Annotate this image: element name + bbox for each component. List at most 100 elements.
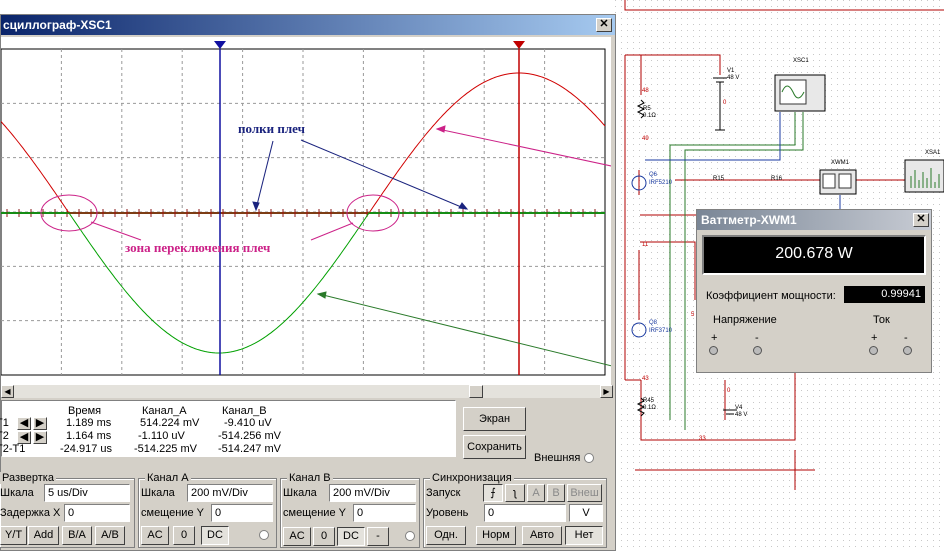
readout-row-t1-b: -9.410 uV xyxy=(224,417,272,429)
voltage-plus-label: + xyxy=(711,332,718,344)
wattmeter-display: 200.678 W xyxy=(702,235,926,275)
channel-a-title: Канал А xyxy=(145,472,191,484)
voltage-label: Напряжение xyxy=(713,314,777,326)
trigger-single-button[interactable]: Одн. xyxy=(426,526,466,545)
trigger-source-b-button[interactable]: B xyxy=(547,484,565,502)
node-0-bottom: 0 xyxy=(727,388,731,394)
scroll-left-button[interactable]: ◀ xyxy=(1,385,14,398)
q8-label: Q8 xyxy=(649,320,658,326)
trigger-edge-label: Запуск xyxy=(426,487,461,499)
channel-b-terminal[interactable] xyxy=(405,531,415,541)
external-trigger-terminal[interactable] xyxy=(584,453,594,463)
wattmeter-reading: 200.678 W xyxy=(775,245,853,262)
wattmeter-titlebar[interactable]: Ваттметр-XWM1 xyxy=(697,210,931,230)
node-0-top: 0 xyxy=(723,100,727,106)
channel-a-ac-button[interactable]: AC xyxy=(141,526,169,545)
xsc1-label: XSC1 xyxy=(793,58,809,64)
trigger-title: Синхронизация xyxy=(430,472,514,484)
node-33: 33 xyxy=(699,436,706,442)
r45-value: 0.1Ω xyxy=(643,405,656,411)
oscilloscope-title: сциллограф-XSC1 xyxy=(3,18,112,32)
channel-a-zero-button[interactable]: 0 xyxy=(173,526,195,545)
readout-row-t2-a: -1.110 uV xyxy=(138,430,185,442)
node-11: 11 xyxy=(642,242,649,248)
timebase-xpos-field[interactable]: 0 xyxy=(64,504,130,522)
readout-row-t1-time: 1.189 ms xyxy=(66,417,112,429)
readout-row-t1-label: T1 xyxy=(0,417,9,429)
current-label: Ток xyxy=(873,314,890,326)
voltage-minus-terminal[interactable] xyxy=(753,346,762,355)
node-43: 43 xyxy=(642,376,649,382)
r5-value: 0.1Ω xyxy=(643,113,656,119)
mode-ba-button[interactable]: B/A xyxy=(62,526,92,545)
mode-add-button[interactable]: Add xyxy=(28,526,59,545)
channel-a-ypos-field[interactable]: 0 xyxy=(211,504,273,522)
scope-scrollbar[interactable]: ◀ ▶ xyxy=(1,385,613,398)
wattmeter-close-button[interactable]: ✕ xyxy=(913,213,929,227)
screen-button[interactable]: Экран xyxy=(463,407,526,431)
trigger-level-unit[interactable]: V xyxy=(569,504,603,522)
t2-right-arrow[interactable]: ▶ xyxy=(33,431,47,444)
scroll-thumb[interactable] xyxy=(469,385,483,398)
channel-a-dc-button[interactable]: DC xyxy=(201,526,229,545)
t1-left-arrow[interactable]: ◀ xyxy=(17,417,31,430)
trigger-level-field[interactable]: 0 xyxy=(484,504,566,522)
channel-a-scale-field[interactable]: 200 mV/Div xyxy=(187,484,273,502)
q8-part: IRF3710 xyxy=(649,328,673,334)
channel-b-minus-button[interactable]: - xyxy=(367,527,389,546)
channel-b-ypos-field[interactable]: 0 xyxy=(353,504,416,522)
mode-yt-button[interactable]: Y/T xyxy=(0,526,27,545)
scope-screen xyxy=(1,41,611,376)
channel-b-dc-button[interactable]: DC xyxy=(337,527,365,546)
power-factor-label: Коэффициент мощности: xyxy=(706,290,836,302)
falling-edge-button[interactable]: ʅ xyxy=(505,484,525,502)
trigger-source-a-button[interactable]: A xyxy=(527,484,545,502)
readout-row-diff-label: T2-T1 xyxy=(0,443,26,455)
xsa1-label: XSA1 xyxy=(925,150,941,156)
oscilloscope-titlebar[interactable]: сциллограф-XSC1 xyxy=(1,15,615,35)
channel-b-ac-button[interactable]: AC xyxy=(283,527,311,546)
v4-value: 48 V xyxy=(735,412,748,418)
trigger-normal-button[interactable]: Норм xyxy=(476,526,516,545)
wattmeter-window: Ваттметр-XWM1 ✕ 200.678 W Коэффициент мо… xyxy=(696,209,932,373)
mode-ab-button[interactable]: A/B xyxy=(95,526,125,545)
current-minus-terminal[interactable] xyxy=(903,346,912,355)
readout-row-t2-time: 1.164 ms xyxy=(66,430,112,442)
v1-label: V1 xyxy=(727,68,735,74)
trigger-none-button[interactable]: Нет xyxy=(565,526,603,545)
t1-right-arrow[interactable]: ▶ xyxy=(33,417,47,430)
oscilloscope-close-button[interactable]: ✕ xyxy=(596,18,612,32)
power-factor-value: 0.99941 xyxy=(844,286,925,303)
channel-b-zero-button[interactable]: 0 xyxy=(313,527,335,546)
node-5: 5 xyxy=(691,312,695,318)
wattmeter-title: Ваттметр-XWM1 xyxy=(701,213,797,227)
readout-header-b: Канал_B xyxy=(222,405,267,417)
r15-label: R15 xyxy=(713,176,725,182)
scope-display: полки плеч зона переключения плеч xyxy=(1,37,611,386)
q6-label: Q6 xyxy=(649,172,658,178)
annotation-arms-shelves: полки плеч xyxy=(238,121,305,136)
readout-header-a: Канал_A xyxy=(142,405,187,417)
v4-label: V4 xyxy=(735,405,743,411)
current-plus-terminal[interactable] xyxy=(869,346,878,355)
cursor-t2-handle[interactable] xyxy=(513,41,525,49)
channel-a-terminal[interactable] xyxy=(259,530,269,540)
r16-label: R16 xyxy=(771,176,783,182)
voltage-plus-terminal[interactable] xyxy=(709,346,718,355)
save-button[interactable]: Сохранить xyxy=(463,435,526,459)
trigger-source-ext-button[interactable]: Внеш xyxy=(567,484,602,502)
channel-b-ypos-label: смещение Y xyxy=(283,507,346,519)
rising-edge-button[interactable]: ⨍ xyxy=(483,484,503,502)
channel-b-scale-field[interactable]: 200 mV/Div xyxy=(329,484,416,502)
node-49: 49 xyxy=(642,136,649,142)
trigger-auto-button[interactable]: Авто xyxy=(522,526,562,545)
r45-label: R45 xyxy=(643,398,655,404)
readout-row-diff-time: -24.917 us xyxy=(60,443,112,455)
q6-part: IRF5210 xyxy=(649,180,673,186)
channel-b-scale-label: Шкала xyxy=(283,487,317,499)
cursor-t1-handle[interactable] xyxy=(214,41,226,49)
timebase-scale-field[interactable]: 5 us/Div xyxy=(44,484,130,502)
scroll-right-button[interactable]: ▶ xyxy=(600,385,613,398)
timebase-scale-label: Шкала xyxy=(0,487,34,499)
channel-b-group: Канал В Шкала 200 mV/Div смещение Y 0 AC… xyxy=(280,472,420,548)
